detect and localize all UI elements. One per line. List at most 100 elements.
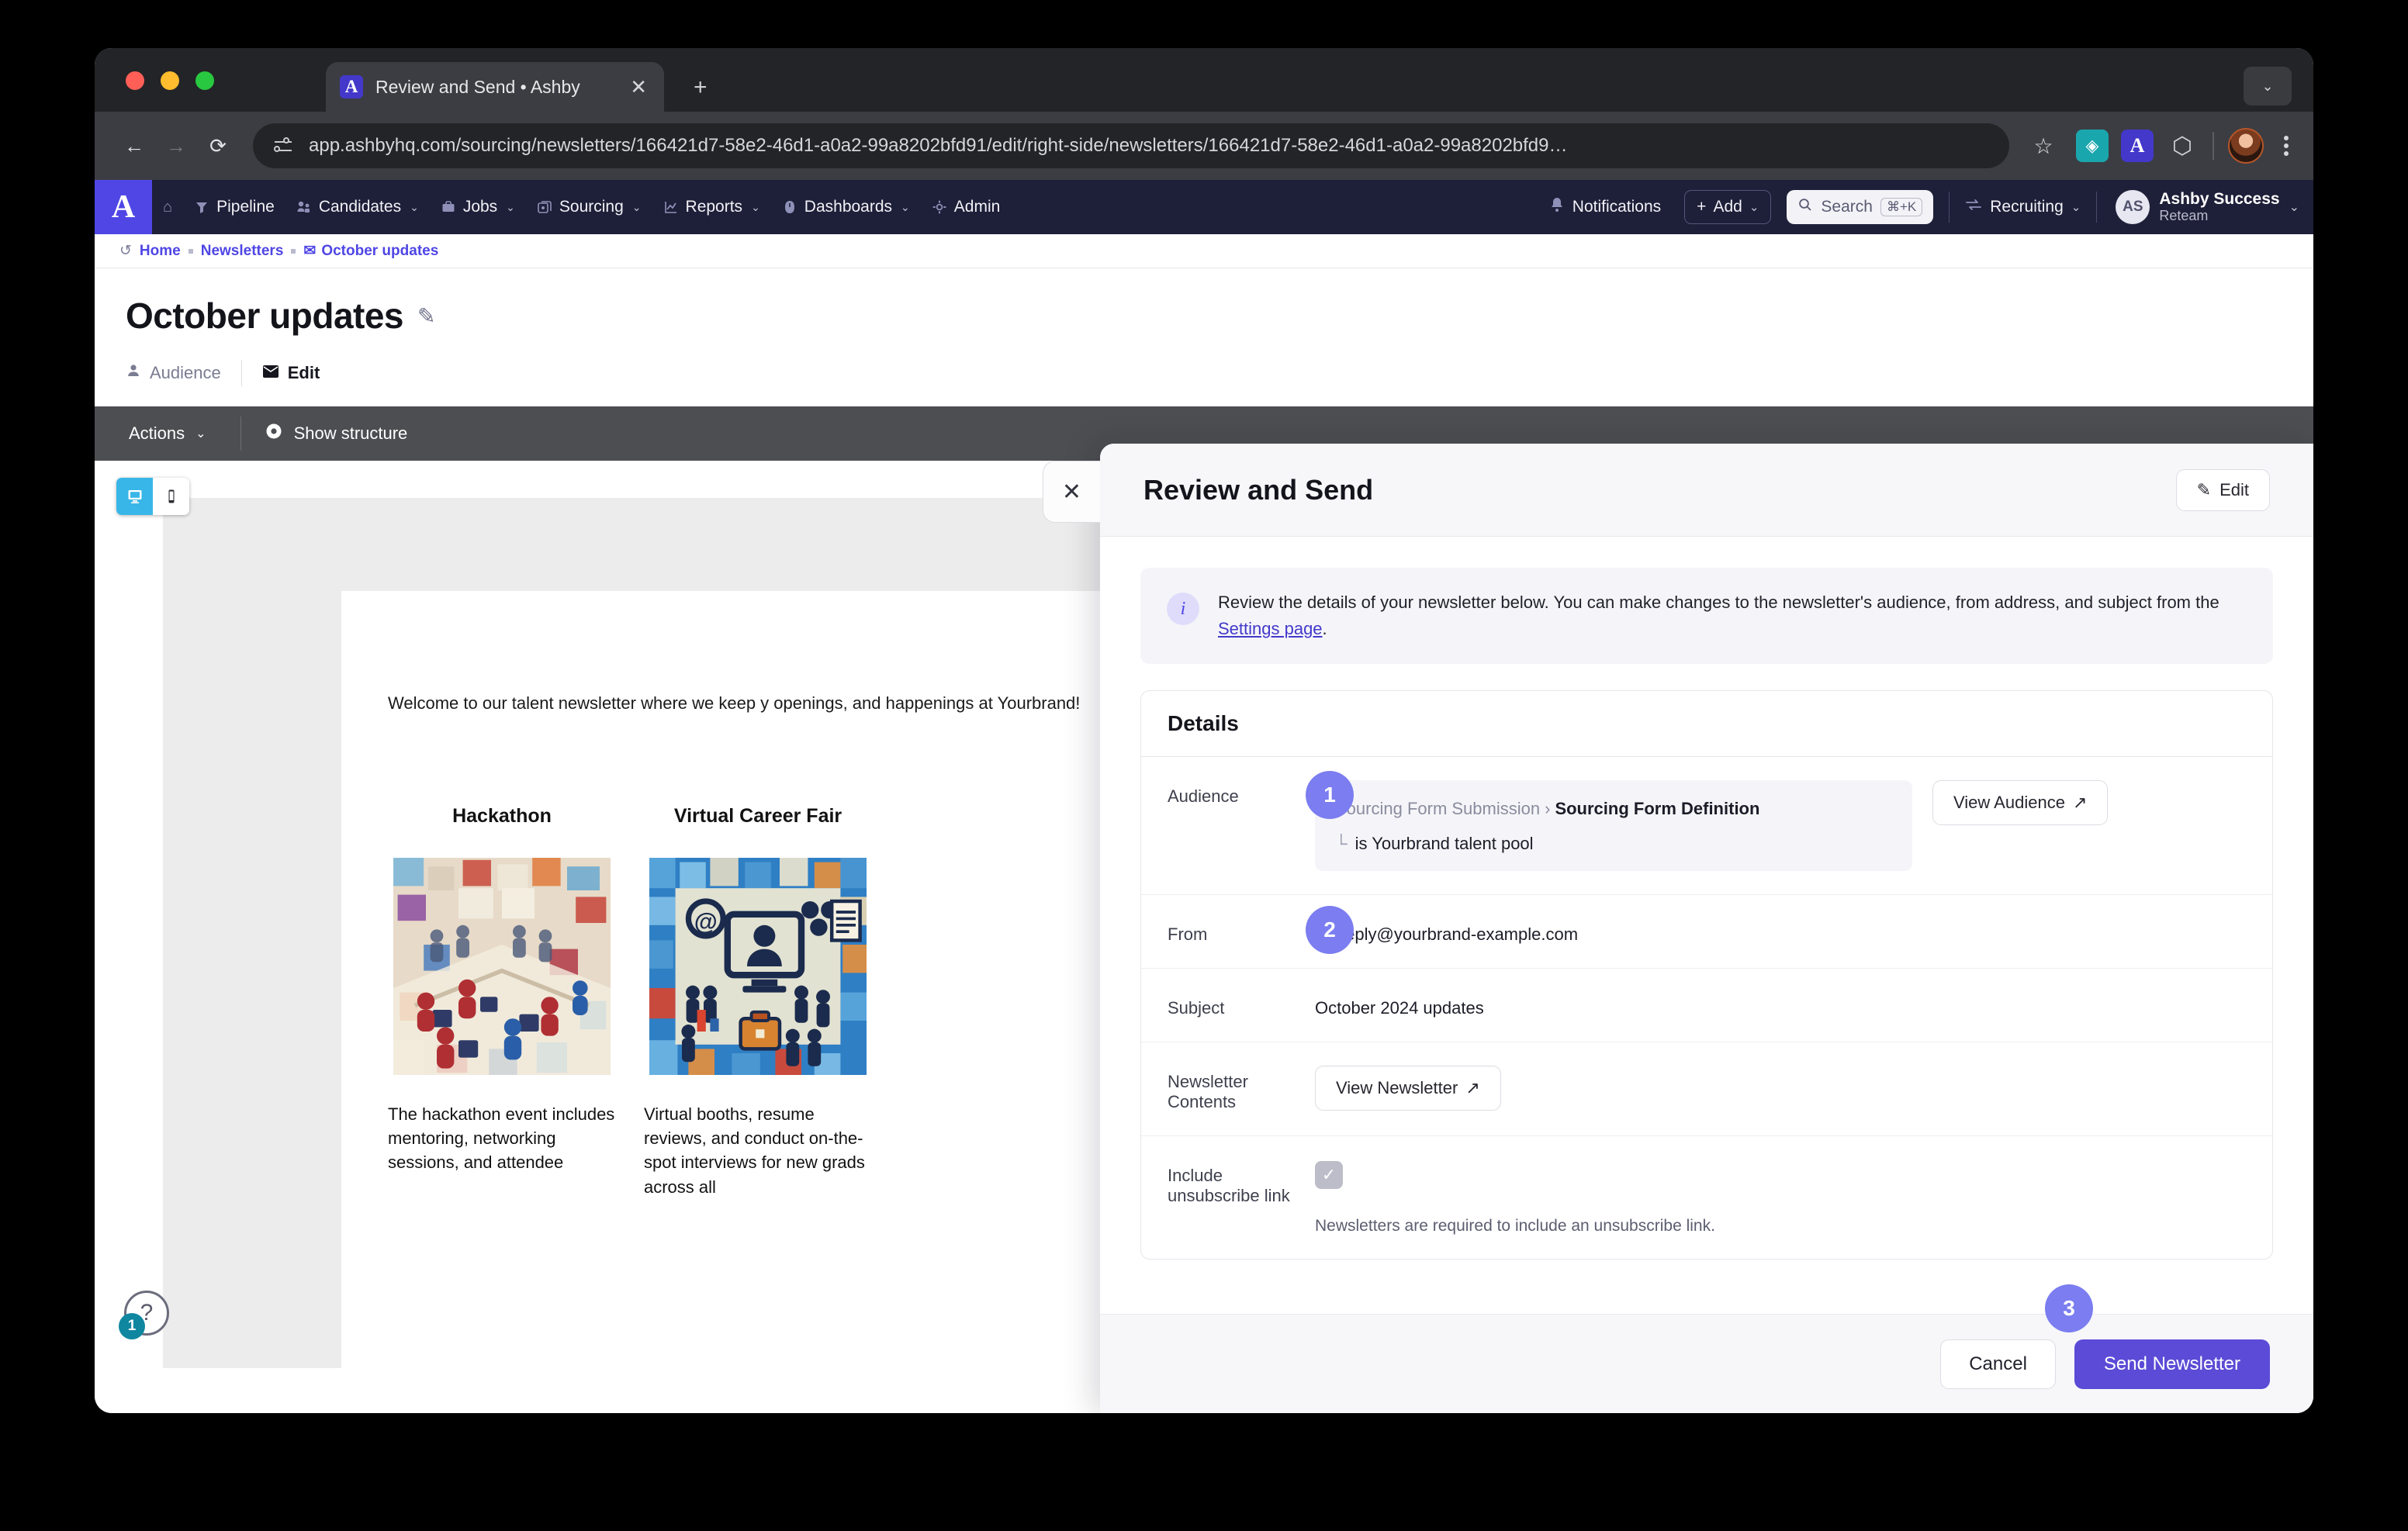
breadcrumb-item-newsletters[interactable]: Newsletters xyxy=(201,243,284,260)
detail-row-newsletter-contents: Newsletter Contents View Newsletter ↗ xyxy=(1141,1042,2272,1136)
info-icon: i xyxy=(1167,593,1199,625)
step-badge-3: 3 xyxy=(2045,1284,2093,1332)
nav-item-candidates[interactable]: Candidates ⌄ xyxy=(285,180,430,234)
virtual-career-fair-illustration: @ xyxy=(649,857,867,1075)
audience-filter-condition: is Yourbrand talent pool xyxy=(1354,833,1534,853)
extensions-puzzle-icon[interactable]: ⬡ xyxy=(2166,130,2199,162)
extension-ashby-icon[interactable]: A xyxy=(2121,130,2154,162)
forward-arrow-icon[interactable]: → xyxy=(155,125,197,167)
chrome-menu-icon[interactable] xyxy=(2278,136,2295,156)
edit-button[interactable]: ✎ Edit xyxy=(2175,468,2270,511)
svg-text:@: @ xyxy=(694,907,718,935)
nav-item-sourcing[interactable]: Sourcing ⌄ xyxy=(526,180,652,234)
send-newsletter-button[interactable]: Send Newsletter xyxy=(2074,1339,2270,1389)
audience-filter-separator: › xyxy=(1545,799,1551,819)
nav-item-home[interactable]: ⌂ xyxy=(152,180,183,234)
view-newsletter-button[interactable]: View Newsletter ↗ xyxy=(1315,1065,1501,1111)
audience-label: Audience xyxy=(1168,786,1239,807)
edit-pencil-icon[interactable]: ✎ xyxy=(417,303,435,329)
app-top-navigation: A ⌂ Pipeline Candidates ⌄ Jobs ⌄ Sourcin… xyxy=(95,180,2313,234)
nav-label-dashboards: Dashboards xyxy=(804,198,893,216)
nav-item-jobs[interactable]: Jobs ⌄ xyxy=(430,180,526,234)
drawer-title: Review and Send xyxy=(1143,473,1374,506)
detail-row-subject: Subject October 2024 updates xyxy=(1141,969,2272,1042)
drawer-body: i Review the details of your newsletter … xyxy=(1100,537,2313,1332)
edit-button-label: Edit xyxy=(2219,479,2249,499)
history-icon[interactable]: ↺ xyxy=(119,242,132,260)
details-card: Details 1 Audience Sourcing Form Submiss… xyxy=(1140,690,2273,1260)
breadcrumb-current-label: October updates xyxy=(321,242,439,259)
drawer-footer: Cancel Send Newsletter xyxy=(1100,1314,2313,1413)
cancel-button[interactable]: Cancel xyxy=(1940,1339,2056,1389)
close-tab-icon[interactable]: ✕ xyxy=(625,74,652,100)
app-nav-right-cluster: Notifications + Add ⌄ Search ⌘+K Recruit… xyxy=(1538,180,2299,234)
close-drawer-button[interactable]: ✕ xyxy=(1043,461,1100,523)
eye-icon xyxy=(265,422,283,445)
people-icon xyxy=(296,199,312,215)
notifications-label: Notifications xyxy=(1572,198,1662,216)
tab-edit[interactable]: Edit xyxy=(242,358,341,388)
nav-item-admin[interactable]: Admin xyxy=(921,180,1012,234)
tab-list-chevron-down-icon[interactable]: ⌄ xyxy=(2244,67,2292,105)
breadcrumb-separator xyxy=(291,248,296,254)
user-org: Reteam xyxy=(2159,208,2209,224)
global-search-button[interactable]: Search ⌘+K xyxy=(1787,190,1934,224)
address-bar[interactable]: app.ashbyhq.com/sourcing/newsletters/166… xyxy=(253,123,2009,168)
bookmark-star-icon[interactable]: ☆ xyxy=(2023,133,2064,159)
nav-item-dashboards[interactable]: Dashboards ⌄ xyxy=(771,180,921,234)
tab-audience[interactable]: Audience xyxy=(126,358,241,388)
ashby-logo[interactable]: A xyxy=(95,180,152,234)
tree-elbow-icon: └ xyxy=(1335,833,1348,853)
desktop-preview-button[interactable] xyxy=(116,478,153,515)
nav-item-reports[interactable]: Reports ⌄ xyxy=(652,180,771,234)
view-audience-button[interactable]: View Audience ↗ xyxy=(1932,780,2109,826)
breadcrumb-item-home[interactable]: Home xyxy=(140,243,181,260)
browser-tab-title: Review and Send • Ashby xyxy=(375,76,580,97)
breadcrumb-item-current[interactable]: ✉ October updates xyxy=(303,242,438,260)
user-menu[interactable]: AS Ashby Success Reteam ⌄ xyxy=(2112,190,2299,224)
external-link-icon: ↗ xyxy=(2072,793,2088,813)
tab-edit-label: Edit xyxy=(287,363,320,382)
review-and-send-drawer: Review and Send ✎ Edit i Review the deta… xyxy=(1100,444,2313,1413)
device-preview-toggle xyxy=(116,478,189,515)
notifications-button[interactable]: Notifications xyxy=(1538,196,1672,218)
user-name: Ashby Success xyxy=(2159,189,2280,208)
new-tab-button[interactable]: + xyxy=(694,76,708,99)
mobile-preview-button[interactable] xyxy=(153,478,189,515)
unsubscribe-checkbox[interactable]: ✓ xyxy=(1315,1160,1343,1189)
workspace-switcher-recruiting[interactable]: Recruiting ⌄ xyxy=(1965,198,2081,216)
actions-dropdown[interactable]: Actions ⌄ xyxy=(95,423,240,444)
add-button[interactable]: + Add ⌄ xyxy=(1684,190,1772,224)
settings-page-link[interactable]: Settings page xyxy=(1218,619,1323,638)
window-close-button[interactable] xyxy=(126,71,144,90)
window-minimize-button[interactable] xyxy=(161,71,179,90)
sourcing-icon xyxy=(537,199,552,215)
breadcrumb: ↺ Home Newsletters ✉ October updates xyxy=(95,234,2313,268)
browser-toolbar: ← → ⟳ app.ashbyhq.com/sourcing/newslette… xyxy=(95,112,2313,180)
hackathon-illustration xyxy=(393,857,611,1075)
newsletter-contents-value: View Newsletter ↗ xyxy=(1315,1065,2246,1111)
unsubscribe-value: ✓ Newsletters are required to include an… xyxy=(1315,1159,2246,1236)
back-arrow-icon[interactable]: ← xyxy=(113,125,155,167)
window-maximize-button[interactable] xyxy=(195,71,214,90)
ashby-favicon-icon: A xyxy=(340,75,363,98)
avatar: AS xyxy=(2116,189,2150,224)
show-structure-toggle[interactable]: Show structure xyxy=(241,422,431,445)
nav-divider xyxy=(2096,192,2098,223)
reload-icon[interactable]: ⟳ xyxy=(197,125,239,167)
help-button[interactable]: ? 1 xyxy=(119,1291,169,1339)
switch-icon xyxy=(1965,198,1982,216)
event-card: Virtual Career Fair @ Virtual booths, re… xyxy=(644,805,872,1199)
tab-audience-label: Audience xyxy=(150,363,221,382)
nav-item-pipeline[interactable]: Pipeline xyxy=(183,180,285,234)
extension-eightfold-icon[interactable]: ◈ xyxy=(2076,130,2109,162)
site-settings-icon[interactable] xyxy=(270,132,298,160)
nav-label-jobs: Jobs xyxy=(462,198,498,216)
envelope-icon: ✉ xyxy=(303,243,317,259)
person-icon xyxy=(126,363,141,383)
chevron-down-icon: ⌄ xyxy=(901,200,910,213)
browser-profile-avatar[interactable] xyxy=(2228,128,2264,164)
drawer-header: Review and Send ✎ Edit xyxy=(1100,444,2313,537)
nav-label-candidates: Candidates xyxy=(318,198,402,216)
browser-tab[interactable]: A Review and Send • Ashby ✕ xyxy=(326,62,664,112)
